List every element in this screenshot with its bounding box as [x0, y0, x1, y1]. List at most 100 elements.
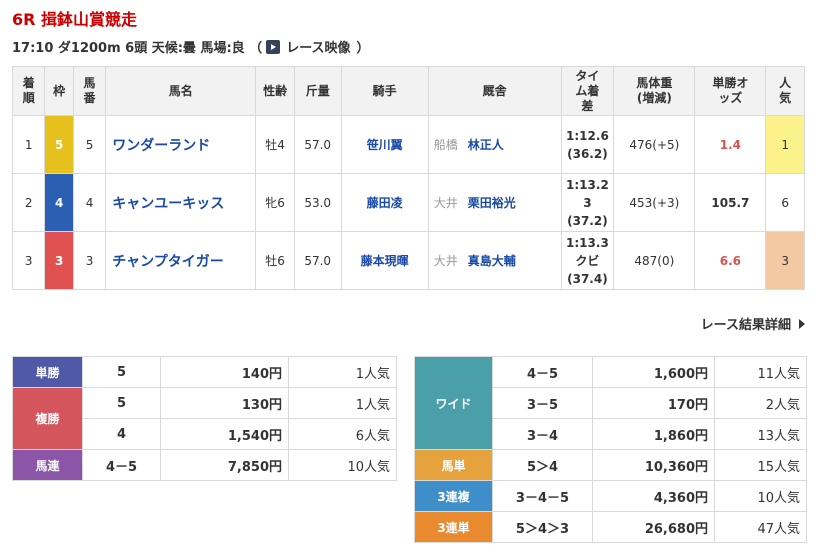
header-jockey: 騎手 — [340, 66, 429, 116]
time-last: (37.2) — [567, 213, 608, 228]
race-conditions: 17:10 ダ1200m 6頭 天候:曇 馬場:良 （ — [12, 41, 263, 56]
payout-combo: 5＞4 — [492, 449, 593, 481]
payout-popularity: 6人気 — [288, 418, 397, 450]
result-header-row: 着順 枠 馬番 馬名 性齢 斤量 騎手 厩舎 タイム着差 馬体重(増減) 単勝オ… — [11, 66, 805, 116]
horse-name-link[interactable]: チャンプタイガー — [105, 231, 257, 290]
stable-area: 船橋 — [433, 138, 458, 152]
header-pop: 人気 — [765, 66, 805, 116]
time-value: 1:13.2 — [566, 177, 609, 192]
payout-label-wide: ワイド — [414, 356, 493, 450]
payout-popularity: 11人気 — [714, 356, 807, 388]
rank-cell: 2 — [11, 173, 46, 232]
payout-label-umatan: 馬単 — [414, 449, 493, 481]
stable-area: 大井 — [433, 196, 458, 210]
time-last: (37.4) — [567, 271, 608, 286]
chevron-right-icon[interactable] — [799, 318, 805, 329]
payout-amount: 130円 — [160, 387, 289, 419]
race-info-close: ） — [356, 41, 370, 56]
rank-cell: 3 — [11, 231, 46, 290]
sexage-cell: 牡6 — [255, 231, 295, 290]
jockey-link[interactable]: 藤田凌 — [340, 173, 429, 232]
horse-name-link[interactable]: キャンユーキッス — [105, 173, 257, 232]
payout-popularity: 1人気 — [288, 356, 397, 388]
odds-cell: 1.4 — [694, 115, 767, 174]
header-sexage: 性齢 — [255, 66, 295, 116]
header-weight: 斤量 — [293, 66, 342, 116]
pop-cell: 3 — [765, 231, 805, 290]
payout-amount: 1,540円 — [160, 418, 289, 450]
stable-cell: 船橋 林正人 — [427, 115, 562, 174]
time-margin: 3 — [583, 195, 592, 210]
stable-cell: 大井 栗田裕光 — [427, 173, 562, 232]
trainer-link[interactable]: 林正人 — [468, 138, 504, 152]
body-weight-cell: 487(0) — [613, 231, 696, 290]
payout-combo: 3－4－5 — [492, 480, 593, 512]
waku-cell: 5 — [44, 115, 74, 174]
payout-combo: 5 — [82, 387, 161, 419]
horse-name-link[interactable]: ワンダーランド — [105, 115, 257, 174]
payout-row: ワイド 4－5 1,600円 11人気 — [414, 356, 807, 450]
jockey-link[interactable]: 笹川翼 — [340, 115, 429, 174]
race-info: 17:10 ダ1200m 6頭 天候:曇 馬場:良 （ レース映像 ） — [12, 37, 370, 56]
payout-label-sanrenpuku: 3連複 — [414, 480, 493, 512]
body-weight-cell: 476(+5) — [613, 115, 696, 174]
payout-popularity: 13人気 — [714, 418, 807, 450]
payout-row: 3連単 5＞4＞3 26,680円 47人気 — [414, 511, 807, 543]
table-row: 2 4 4 キャンユーキッス 牝6 53.0 藤田凌 大井 栗田裕光 1:13.2… — [11, 173, 805, 232]
payout-combo: 4 — [82, 418, 161, 450]
sexage-cell: 牡4 — [255, 115, 295, 174]
payout-popularity: 15人気 — [714, 449, 807, 481]
race-video-link[interactable]: レース映像 — [286, 37, 350, 56]
stable-area: 大井 — [433, 254, 458, 268]
time-margin: (36.2) — [567, 146, 608, 161]
payout-label-sanrentan: 3連単 — [414, 511, 493, 543]
waku-cell: 4 — [44, 173, 74, 232]
payout-combo: 4－5 — [492, 356, 593, 388]
time-value: 1:13.3 — [566, 235, 609, 250]
payout-combo: 3－4 — [492, 418, 593, 450]
header-time: タイム着差 — [560, 66, 615, 116]
pop-cell: 1 — [765, 115, 805, 174]
payout-label-tansho: 単勝 — [12, 356, 83, 388]
num-cell: 5 — [72, 115, 107, 174]
payout-row: 単勝 5 140円 1人気 — [12, 356, 397, 388]
payout-popularity: 10人気 — [714, 480, 807, 512]
video-icon[interactable] — [266, 39, 281, 54]
payout-amount: 4,360円 — [592, 480, 715, 512]
header-odds: 単勝オッズ — [694, 66, 767, 116]
num-cell: 4 — [72, 173, 107, 232]
payout-amount: 10,360円 — [592, 449, 715, 481]
header-waku: 枠 — [44, 66, 74, 116]
payout-row: 馬単 5＞4 10,360円 15人気 — [414, 449, 807, 481]
payout-amount: 1,600円 — [592, 356, 715, 388]
race-title: 6R 揖鉢山賞競走 — [12, 10, 138, 29]
payout-label-umaren: 馬連 — [12, 449, 83, 481]
weight-cell: 57.0 — [293, 231, 342, 290]
weight-cell: 57.0 — [293, 115, 342, 174]
header-stable: 厩舎 — [427, 66, 562, 116]
payout-label-fukusho: 複勝 — [12, 387, 83, 450]
trainer-link[interactable]: 真島大輔 — [468, 254, 516, 268]
race-detail-link[interactable]: レース結果詳細 — [701, 314, 805, 333]
payout-amount: 7,850円 — [160, 449, 289, 481]
payout-amount: 26,680円 — [592, 511, 715, 543]
payout-popularity: 47人気 — [714, 511, 807, 543]
waku-cell: 3 — [44, 231, 74, 290]
table-row: 1 5 5 ワンダーランド 牡4 57.0 笹川翼 船橋 林正人 1:12.6 (… — [11, 115, 805, 174]
payout-amount: 170円 — [592, 387, 715, 419]
header-body: 馬体重(増減) — [613, 66, 696, 116]
payout-combo: 5 — [82, 356, 161, 388]
payout-row: 複勝 5 130円 1人気 — [12, 387, 397, 450]
payout-combo: 3－5 — [492, 387, 593, 419]
table-row: 3 3 3 チャンプタイガー 牡6 57.0 藤本現暉 大井 真島大輔 1:13.… — [11, 231, 805, 290]
stable-cell: 大井 真島大輔 — [427, 231, 562, 290]
payout-popularity: 2人気 — [714, 387, 807, 419]
payout-table-left: 単勝 5 140円 1人気 複勝 5 130円 1人気 4 1,540円 6人気… — [12, 356, 397, 481]
trainer-link[interactable]: 栗田裕光 — [468, 196, 516, 210]
payout-combo: 4－5 — [82, 449, 161, 481]
payout-amount: 1,860円 — [592, 418, 715, 450]
sexage-cell: 牝6 — [255, 173, 295, 232]
header-num: 馬番 — [72, 66, 107, 116]
race-detail-label[interactable]: レース結果詳細 — [701, 314, 791, 333]
jockey-link[interactable]: 藤本現暉 — [340, 231, 429, 290]
